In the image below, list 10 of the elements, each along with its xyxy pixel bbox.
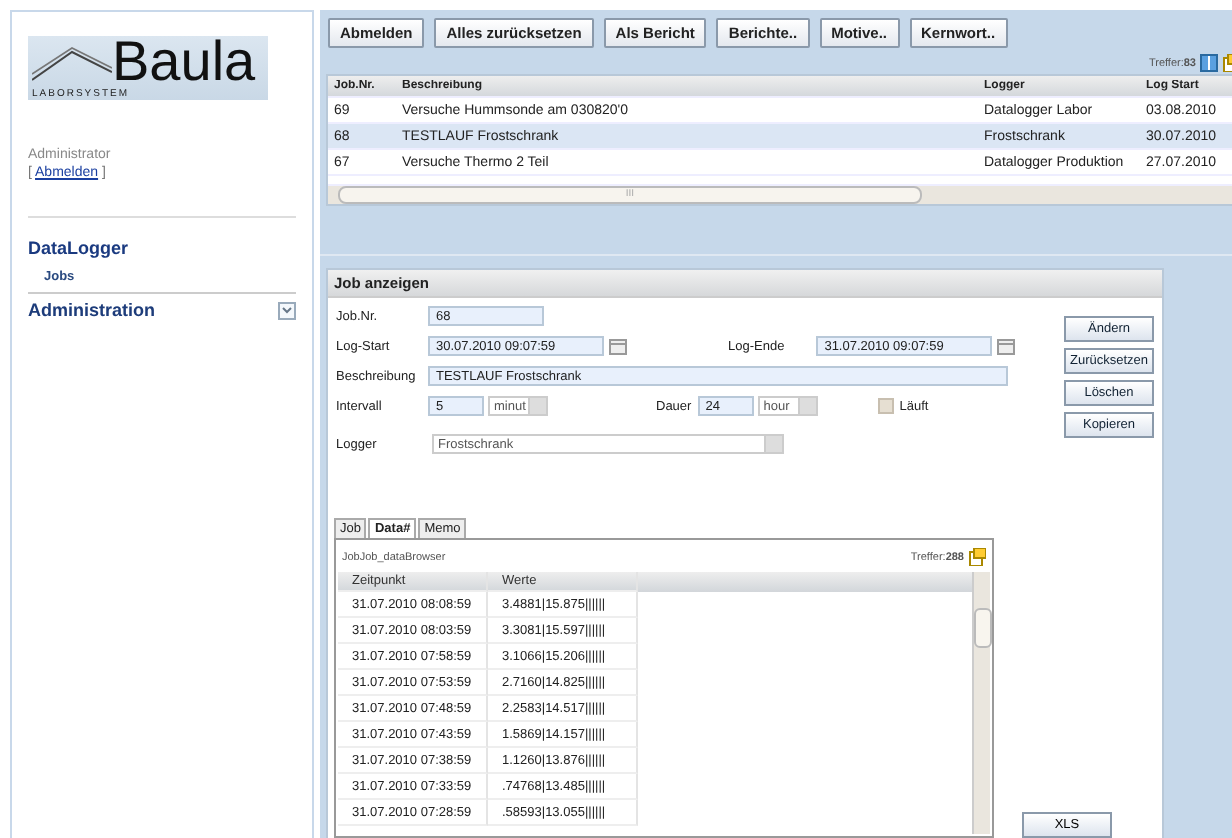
- nav-section[interactable]: Administration: [28, 300, 156, 320]
- calendar-icon[interactable]: [608, 336, 628, 356]
- calendar-icon[interactable]: [996, 336, 1017, 356]
- columns-icon[interactable]: [1200, 54, 1218, 72]
- nav-section[interactable]: DataLogger: [28, 238, 129, 262]
- checkbox[interactable]: [877, 398, 894, 414]
- mountain-icon: [32, 44, 112, 84]
- vertical-scrollbar[interactable]: [972, 572, 990, 834]
- expand-icon[interactable]: [278, 301, 296, 319]
- export-icon[interactable]: [968, 548, 986, 566]
